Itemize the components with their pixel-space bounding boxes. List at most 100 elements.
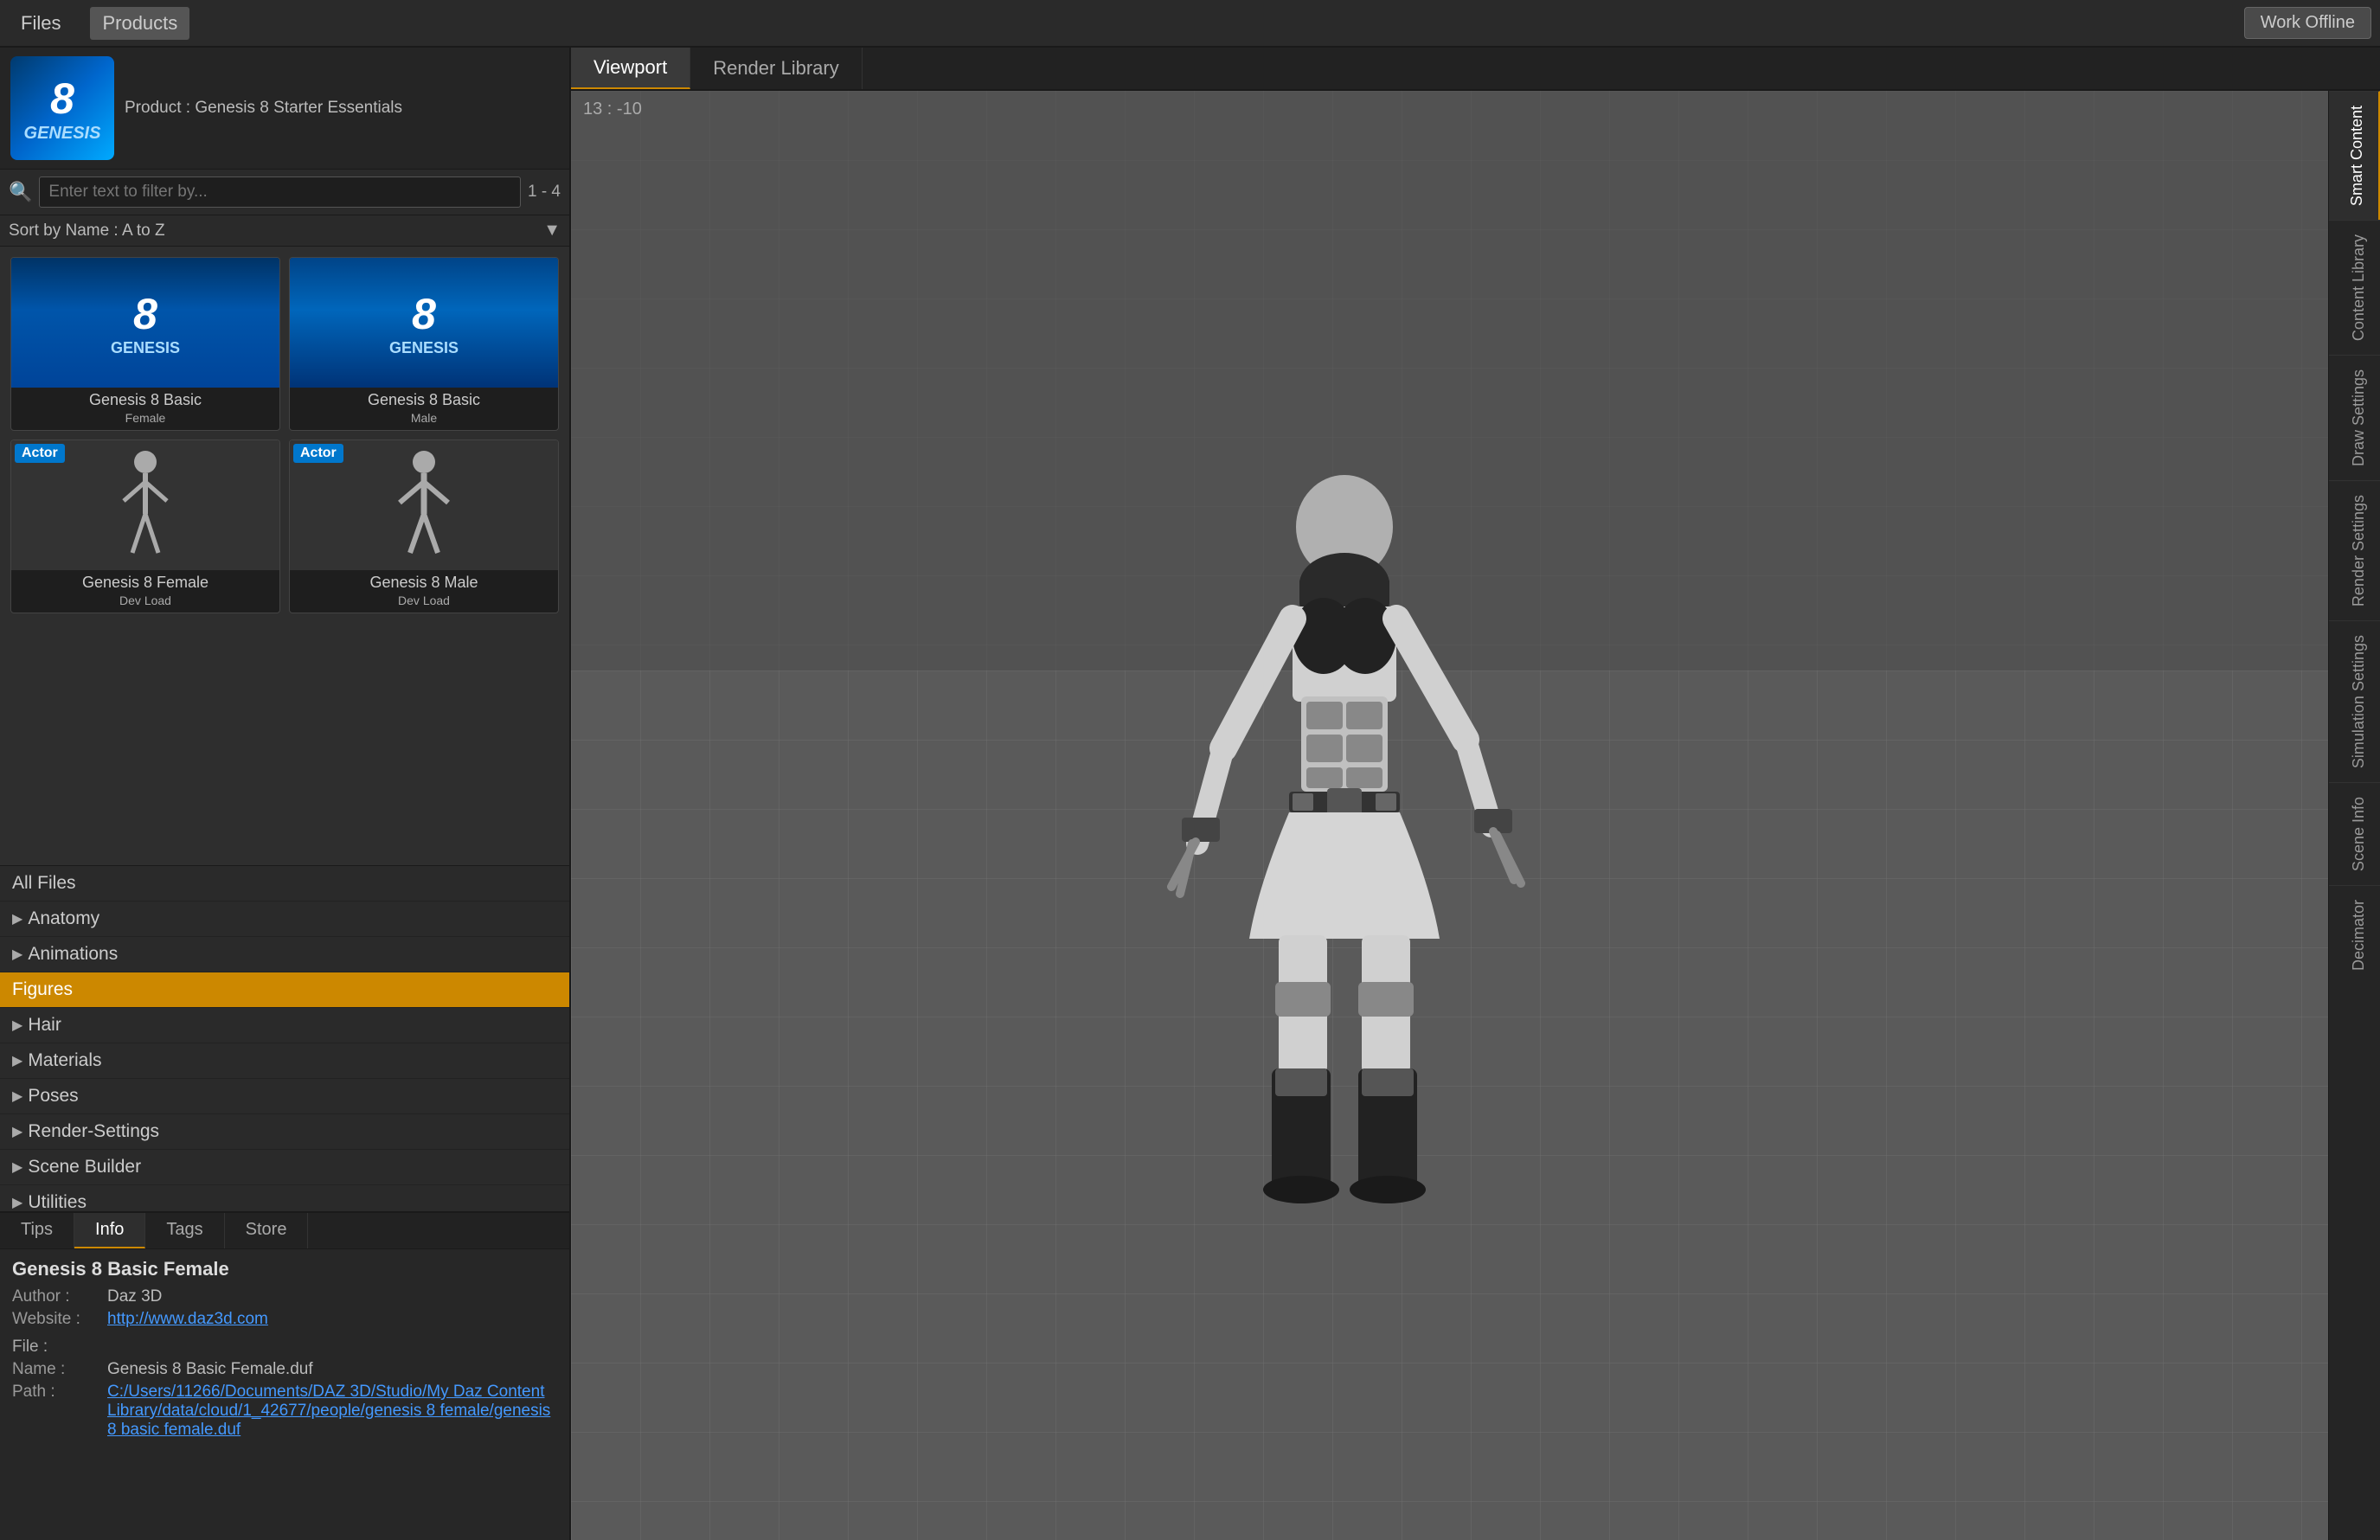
- character-figure-svg: [1119, 472, 1569, 1250]
- info-path-value[interactable]: C:/Users/11266/Documents/DAZ 3D/Studio/M…: [107, 1383, 557, 1440]
- product-header: 8 GENESIS Product : Genesis 8 Starter Es…: [0, 48, 569, 170]
- item-label-female: Genesis 8 Basic: [86, 388, 205, 411]
- bottom-content: Genesis 8 Basic Female Author : Daz 3D W…: [0, 1249, 569, 1540]
- vtab-draw-settings[interactable]: Draw Settings: [2329, 355, 2380, 480]
- grid-item-genesis8-female[interactable]: Actor 8 GENESIS Genesis 8 Basic Female: [10, 257, 280, 431]
- nav-figures[interactable]: Figures: [0, 972, 569, 1008]
- nav-arrow-materials: ▶: [12, 1052, 22, 1069]
- work-offline-button[interactable]: Work Offline: [2244, 7, 2371, 39]
- nav-utilities[interactable]: ▶ Utilities: [0, 1185, 569, 1211]
- grid-item-female-dev[interactable]: Actor Genesis 8 Female Dev Lo: [10, 440, 280, 613]
- nav-arrow-render-settings: ▶: [12, 1123, 22, 1140]
- nav-arrow-anatomy: ▶: [12, 910, 22, 927]
- menu-files[interactable]: Files: [9, 7, 73, 40]
- nav-label-hair: Hair: [28, 1015, 61, 1036]
- nav-hair[interactable]: ▶ Hair: [0, 1008, 569, 1043]
- search-input[interactable]: [39, 176, 521, 208]
- item-label-male-dev: Genesis 8 Male: [366, 570, 481, 594]
- info-website-link[interactable]: http://www.daz3d.com: [107, 1310, 268, 1329]
- nav-label-animations: Animations: [28, 944, 118, 965]
- viewport-canvas[interactable]: 13 : -10: [571, 91, 2328, 1540]
- tab-tags[interactable]: Tags: [145, 1213, 224, 1248]
- nav-poses[interactable]: ▶ Poses: [0, 1079, 569, 1114]
- viewport-tabs-bar: Viewport Render Library: [571, 48, 2380, 91]
- nav-label-poses: Poses: [28, 1086, 78, 1107]
- nav-all-files[interactable]: All Files: [0, 866, 569, 902]
- menu-products[interactable]: Products: [90, 7, 189, 40]
- info-name-row: Name : Genesis 8 Basic Female.duf: [12, 1360, 557, 1379]
- nav-arrow-scene-builder: ▶: [12, 1158, 22, 1176]
- item-label-female-dev: Genesis 8 Female: [79, 570, 212, 594]
- info-path-row: Path : C:/Users/11266/Documents/DAZ 3D/S…: [12, 1383, 557, 1440]
- content-grid: Actor 8 GENESIS Genesis 8 Basic Female A…: [0, 247, 569, 865]
- top-menu-bar: Files Products Work Offline: [0, 0, 2380, 48]
- left-panel: 8 GENESIS Product : Genesis 8 Starter Es…: [0, 48, 571, 1540]
- item-sublabel-female-dev: Dev Load: [119, 594, 171, 607]
- tab-render-library[interactable]: Render Library: [690, 48, 863, 89]
- vtab-decimator[interactable]: Decimator: [2329, 885, 2380, 985]
- nav-arrow-utilities: ▶: [12, 1194, 22, 1211]
- bottom-panel: Tips Info Tags Store Genesis 8 Basic Fem…: [0, 1211, 569, 1540]
- nav-label-figures: Figures: [12, 979, 73, 1000]
- tab-viewport[interactable]: Viewport: [571, 48, 690, 89]
- nav-label-materials: Materials: [28, 1050, 101, 1071]
- tab-info[interactable]: Info: [74, 1213, 145, 1248]
- grid-item-genesis8-male[interactable]: Actor 8 GENESIS Genesis 8 Basic Male: [289, 257, 559, 431]
- product-title: Product : Genesis 8 Starter Essentials: [125, 99, 402, 118]
- viewport-and-sidetabs: 13 : -10: [571, 91, 2380, 1540]
- info-title: Genesis 8 Basic Female: [12, 1258, 557, 1280]
- vtab-render-settings[interactable]: Render Settings: [2329, 480, 2380, 620]
- info-website-key: Website :: [12, 1310, 107, 1329]
- actor-badge-male-dev: Actor: [293, 444, 343, 463]
- info-file-label: File :: [12, 1338, 557, 1357]
- nav-label-anatomy: Anatomy: [28, 908, 99, 929]
- info-website-row: Website : http://www.daz3d.com: [12, 1310, 557, 1329]
- right-area: Viewport Render Library 13 : -10: [571, 48, 2380, 1540]
- tab-tips[interactable]: Tips: [0, 1213, 74, 1248]
- nav-anatomy[interactable]: ▶ Anatomy: [0, 902, 569, 937]
- item-sublabel-female: Female: [125, 411, 166, 425]
- info-file-section: File : Name : Genesis 8 Basic Female.duf…: [12, 1338, 557, 1440]
- vtab-content-library[interactable]: Content Library: [2329, 220, 2380, 355]
- nav-arrow-hair: ▶: [12, 1017, 22, 1034]
- sort-label: Sort by Name : A to Z: [9, 221, 165, 241]
- search-icon: 🔍: [9, 181, 32, 203]
- left-nav: All Files ▶ Anatomy ▶ Animations Figures…: [0, 865, 569, 1211]
- nav-arrow-animations: ▶: [12, 946, 22, 963]
- viewport-coords: 13 : -10: [583, 99, 642, 119]
- grid-item-male-dev[interactable]: Actor Genesis 8 Male Dev Load: [289, 440, 559, 613]
- vtab-scene-info[interactable]: Scene Info: [2329, 782, 2380, 885]
- sort-dropdown-arrow[interactable]: ▼: [543, 221, 561, 241]
- content-grid-inner: Actor 8 GENESIS Genesis 8 Basic Female A…: [10, 257, 559, 613]
- tab-store[interactable]: Store: [225, 1213, 309, 1248]
- item-sublabel-male: Male: [411, 411, 437, 425]
- info-author-row: Author : Daz 3D: [12, 1287, 557, 1306]
- logo-genesis: GENESIS: [24, 124, 101, 144]
- info-name-value: Genesis 8 Basic Female.duf: [107, 1360, 313, 1379]
- vtab-simulation-settings[interactable]: Simulation Settings: [2329, 620, 2380, 782]
- side-tabs-panel: Smart Content Content Library Draw Setti…: [2328, 91, 2380, 1540]
- male-silhouette-svg: [389, 449, 459, 561]
- nav-label-scene-builder: Scene Builder: [28, 1157, 141, 1177]
- search-area: 🔍 1 - 4: [0, 170, 569, 215]
- nav-animations[interactable]: ▶ Animations: [0, 937, 569, 972]
- info-author-key: Author :: [12, 1287, 107, 1306]
- main-layout: 8 GENESIS Product : Genesis 8 Starter Es…: [0, 48, 2380, 1540]
- thumb-genesis8-female: 8 GENESIS: [11, 258, 279, 388]
- nav-label-utilities: Utilities: [28, 1192, 87, 1211]
- info-name-key: Name :: [12, 1360, 107, 1379]
- nav-scene-builder[interactable]: ▶ Scene Builder: [0, 1150, 569, 1185]
- nav-materials[interactable]: ▶ Materials: [0, 1043, 569, 1079]
- thumb-genesis8-male: 8 GENESIS: [290, 258, 558, 388]
- actor-badge-female-dev: Actor: [15, 444, 65, 463]
- info-author-value: Daz 3D: [107, 1287, 162, 1306]
- item-label-male: Genesis 8 Basic: [364, 388, 484, 411]
- vtab-smart-content[interactable]: Smart Content: [2329, 91, 2380, 220]
- nav-label-all-files: All Files: [12, 873, 76, 894]
- search-count: 1 - 4: [528, 183, 561, 202]
- nav-arrow-poses: ▶: [12, 1088, 22, 1105]
- nav-label-render-settings: Render-Settings: [28, 1121, 159, 1142]
- logo-number: 8: [50, 74, 74, 124]
- nav-render-settings[interactable]: ▶ Render-Settings: [0, 1114, 569, 1150]
- sort-bar[interactable]: Sort by Name : A to Z ▼: [0, 215, 569, 247]
